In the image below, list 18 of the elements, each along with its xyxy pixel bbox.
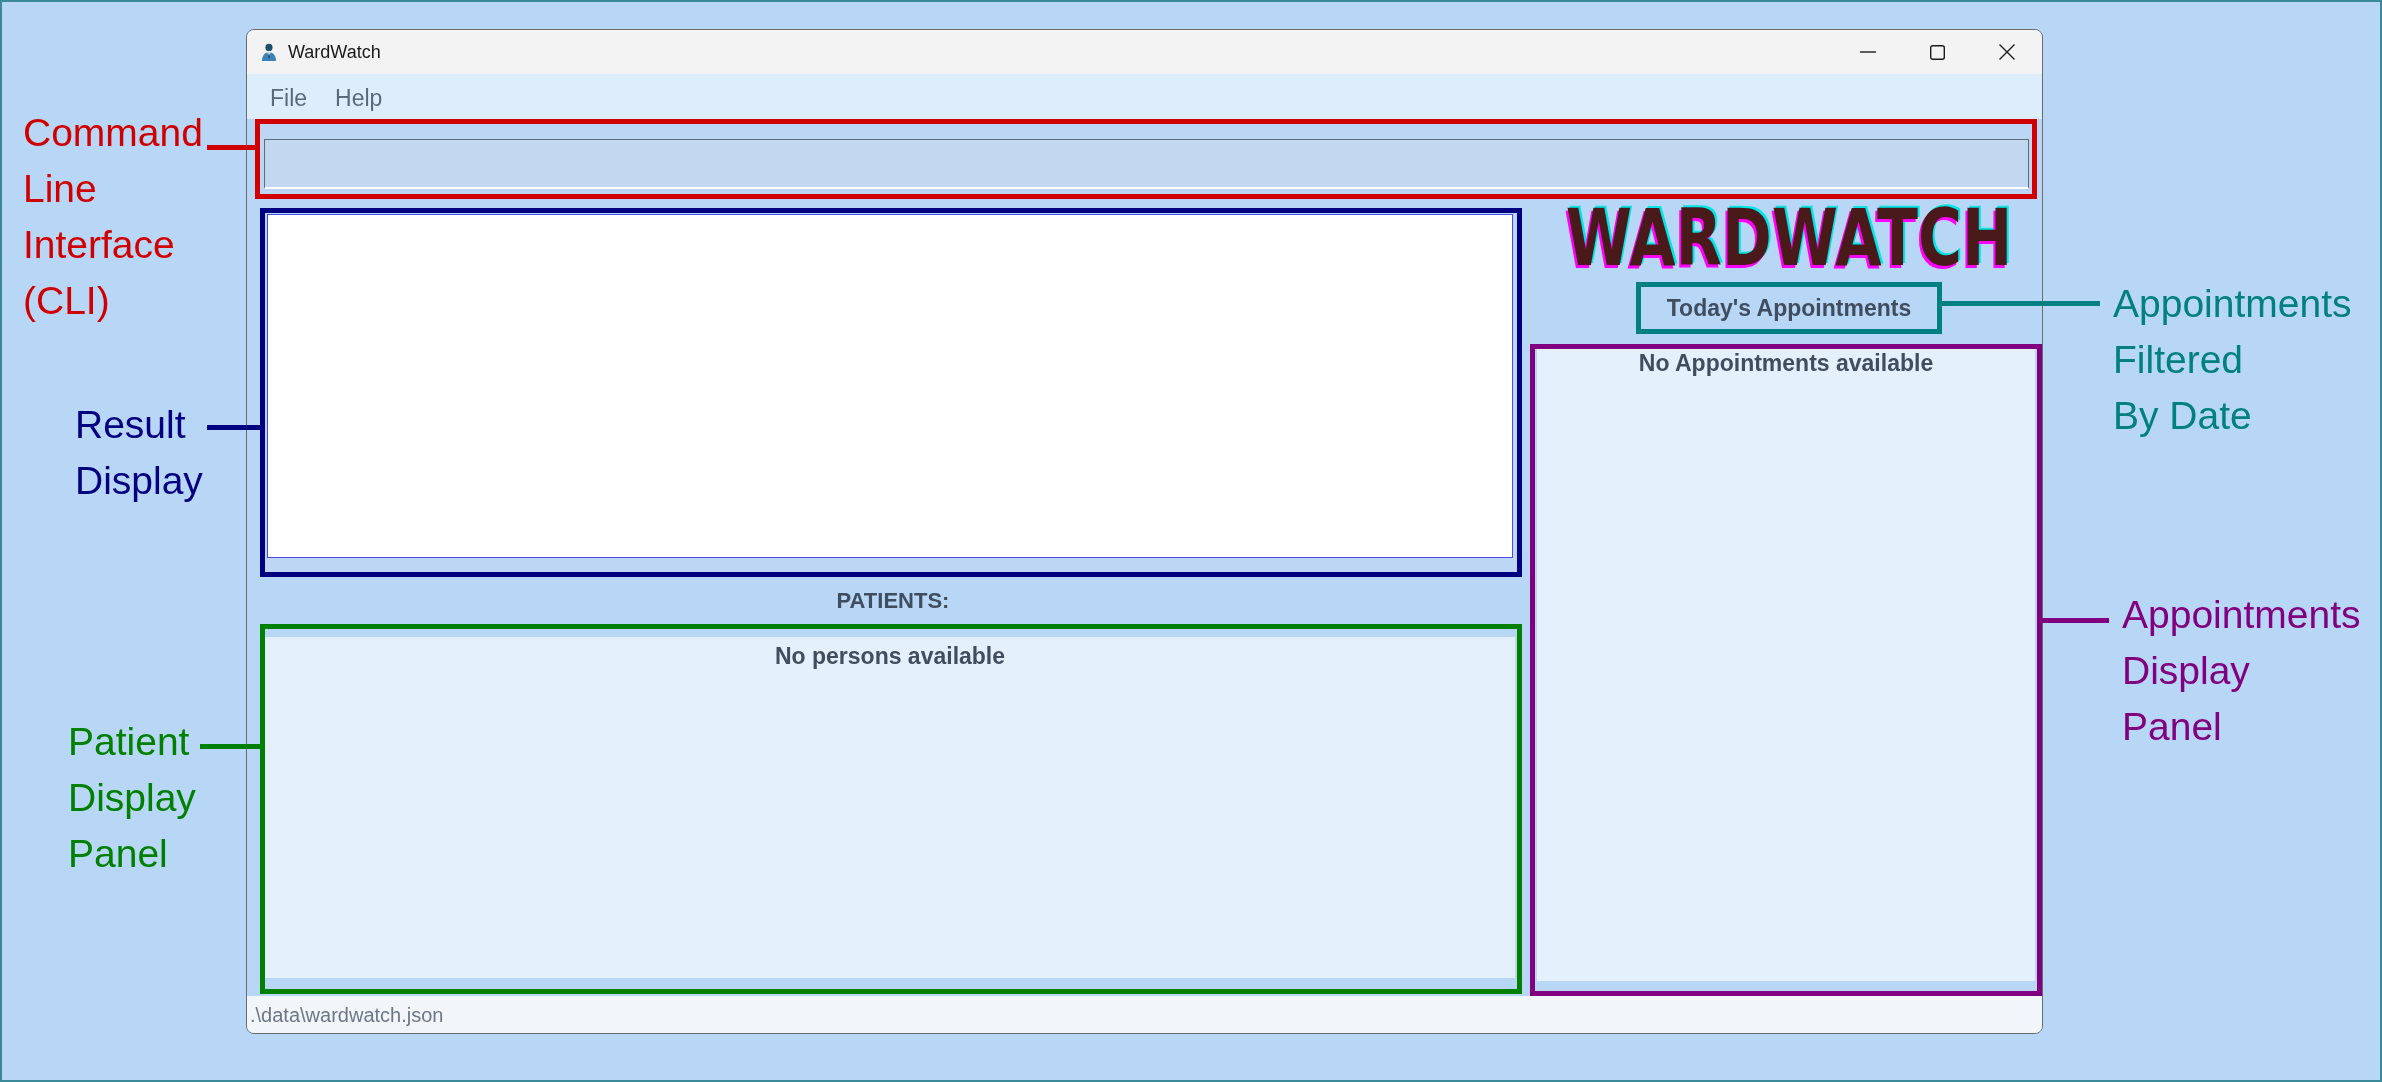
person-icon xyxy=(261,43,277,61)
empty-list-message: No persons available xyxy=(774,643,1006,669)
annotation-label: Appointments Filtered By Date xyxy=(2113,281,2352,439)
maximize-icon[interactable] xyxy=(1930,44,1945,60)
menu-item[interactable]: Help xyxy=(335,81,383,116)
file-path: .\data\wardwatch.json xyxy=(250,1002,444,1028)
annotation-label: Appointments Display Panel xyxy=(2122,592,2361,750)
close-icon[interactable] xyxy=(1999,44,2015,60)
logo-text: WARDWATCH xyxy=(1565,206,2013,270)
command-input[interactable] xyxy=(264,139,2029,189)
annotation-label: Command Line Interface (CLI) xyxy=(23,110,203,324)
annotation-label: Patient Display Panel xyxy=(68,719,196,877)
window-title: WardWatch xyxy=(288,40,381,64)
empty-list-message: No Appointments available xyxy=(1638,350,1934,376)
annotation-label: Result Display xyxy=(75,402,203,504)
menu-item[interactable]: File xyxy=(270,81,308,116)
section-heading: Today's Appointments xyxy=(1666,293,1912,323)
section-heading: PATIENTS: xyxy=(835,587,951,615)
